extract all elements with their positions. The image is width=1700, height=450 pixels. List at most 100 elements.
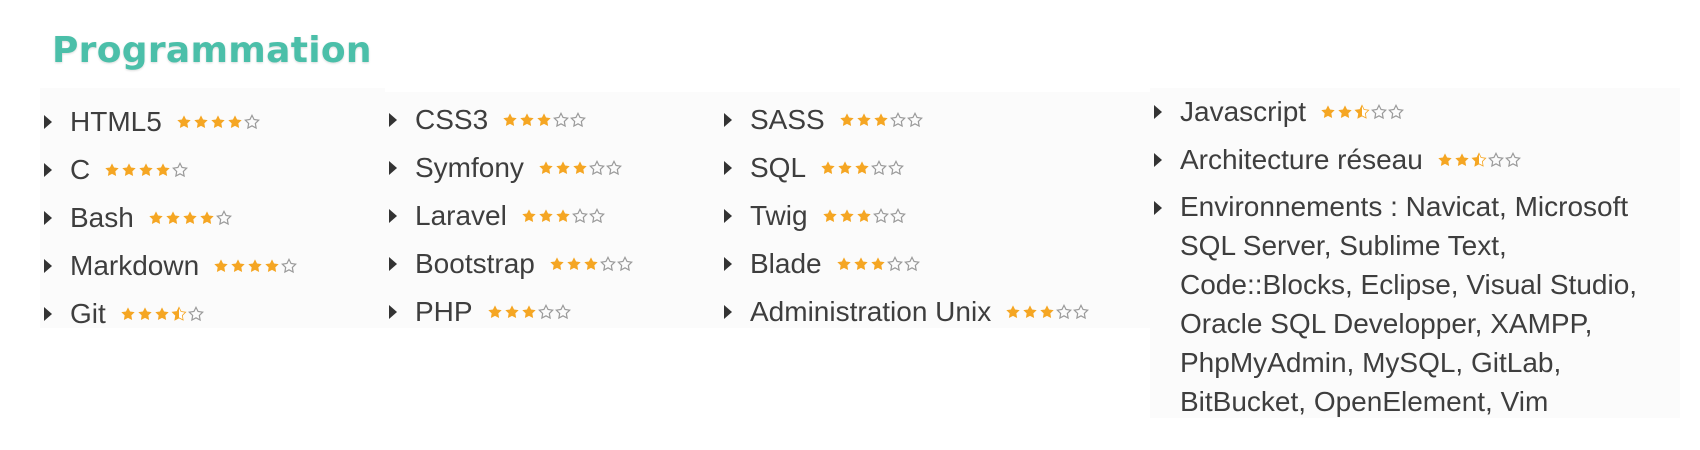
skill-label: SQL	[750, 152, 807, 183]
star-empty-icon	[537, 304, 554, 320]
star-empty-icon	[554, 304, 571, 320]
skills-column-1: HTML5 C Bash Markdown Git	[40, 88, 385, 329]
star-full-icon	[537, 113, 551, 127]
star-empty-icon	[889, 112, 906, 128]
star-full-icon	[1040, 305, 1054, 319]
star-empty-icon	[553, 112, 570, 128]
star-full-icon	[211, 115, 225, 129]
star-rating	[502, 112, 587, 128]
skill-label: Bash	[70, 202, 134, 233]
star-rating	[213, 258, 298, 274]
star-full-icon	[839, 209, 854, 223]
skills-column-3: SASS SQL Twig Blade Administration Unix	[720, 92, 1150, 328]
skill-item: Architecture réseau	[1150, 136, 1680, 184]
star-rating	[538, 160, 622, 176]
star-empty-icon	[172, 162, 189, 178]
skill-label: Twig	[750, 200, 808, 231]
star-empty-icon	[215, 210, 232, 226]
star-half-icon	[171, 306, 187, 321]
section-title: Programmation	[52, 30, 372, 71]
star-full-icon	[836, 257, 851, 271]
star-full-icon	[853, 257, 868, 271]
star-full-icon	[539, 161, 553, 175]
star-full-icon	[139, 163, 153, 177]
skill-label: Laravel	[415, 200, 507, 231]
star-full-icon	[183, 211, 197, 225]
star-empty-icon	[1487, 152, 1504, 168]
skill-item: C	[40, 146, 385, 194]
star-full-icon	[194, 115, 208, 129]
star-full-icon	[856, 209, 871, 223]
star-empty-icon	[570, 112, 587, 128]
star-full-icon	[1006, 305, 1020, 319]
skill-item: Symfony	[385, 144, 720, 192]
star-empty-icon	[888, 160, 904, 176]
skill-label: Markdown	[70, 250, 200, 281]
star-full-icon	[522, 209, 536, 223]
star-empty-icon	[605, 160, 622, 176]
star-empty-icon	[1504, 152, 1521, 168]
star-full-icon	[166, 211, 180, 225]
star-full-icon	[584, 257, 598, 271]
star-rating	[549, 256, 633, 272]
star-full-icon	[177, 115, 191, 129]
star-full-icon	[550, 257, 564, 271]
star-empty-icon	[1073, 304, 1090, 320]
bullet-triangle-icon	[44, 307, 52, 321]
star-full-icon	[228, 115, 242, 129]
skill-label: Administration Unix	[750, 296, 992, 327]
bullet-triangle-icon	[44, 163, 52, 177]
skill-item-environnements: Environnements : Navicat, Microsoft SQL …	[1150, 184, 1660, 421]
star-full-icon	[504, 305, 519, 319]
skill-label: Environnements : Navicat, Microsoft SQL …	[1180, 191, 1638, 417]
star-empty-icon	[616, 256, 633, 272]
skill-item: Blade	[720, 240, 1150, 288]
skill-label: Architecture réseau	[1180, 144, 1423, 175]
star-empty-icon	[871, 160, 887, 176]
star-empty-icon	[1056, 304, 1073, 320]
skill-label: CSS3	[415, 104, 489, 135]
star-full-icon	[155, 307, 169, 321]
bullet-triangle-icon	[724, 257, 732, 271]
star-full-icon	[857, 113, 871, 127]
star-empty-icon	[281, 258, 298, 274]
star-full-icon	[556, 209, 570, 223]
star-full-icon	[121, 307, 135, 321]
star-empty-icon	[906, 112, 923, 128]
star-empty-icon	[243, 114, 260, 130]
skill-item: Bootstrap	[385, 240, 720, 288]
star-full-icon	[503, 113, 517, 127]
skill-label: PHP	[415, 296, 473, 327]
bullet-triangle-icon	[389, 209, 397, 223]
star-full-icon	[105, 163, 119, 177]
star-full-icon	[487, 305, 502, 319]
bullet-triangle-icon	[44, 211, 52, 225]
star-full-icon	[149, 211, 163, 225]
star-rating	[1320, 104, 1405, 120]
skill-item: Bash	[40, 194, 385, 242]
star-full-icon	[539, 209, 553, 223]
star-rating	[1005, 304, 1090, 320]
star-empty-icon	[889, 208, 906, 224]
star-empty-icon	[588, 208, 605, 224]
star-rating	[1437, 152, 1521, 168]
star-full-icon	[200, 211, 214, 225]
star-empty-icon	[886, 256, 903, 272]
star-rating	[820, 160, 904, 176]
star-empty-icon	[872, 208, 889, 224]
star-rating	[836, 256, 920, 272]
bullet-triangle-icon	[44, 115, 52, 129]
star-full-icon	[214, 259, 228, 273]
star-full-icon	[1438, 153, 1452, 167]
star-empty-icon	[571, 208, 588, 224]
skill-item: CSS3	[385, 96, 720, 144]
star-rating	[104, 162, 189, 178]
star-full-icon	[231, 259, 245, 273]
star-full-icon	[248, 259, 262, 273]
star-empty-icon	[588, 160, 605, 176]
skill-label: Bootstrap	[415, 248, 535, 279]
skill-item: Laravel	[385, 192, 720, 240]
bullet-triangle-icon	[1154, 153, 1162, 167]
skill-item: SASS	[720, 96, 1150, 144]
star-full-icon	[265, 259, 279, 273]
